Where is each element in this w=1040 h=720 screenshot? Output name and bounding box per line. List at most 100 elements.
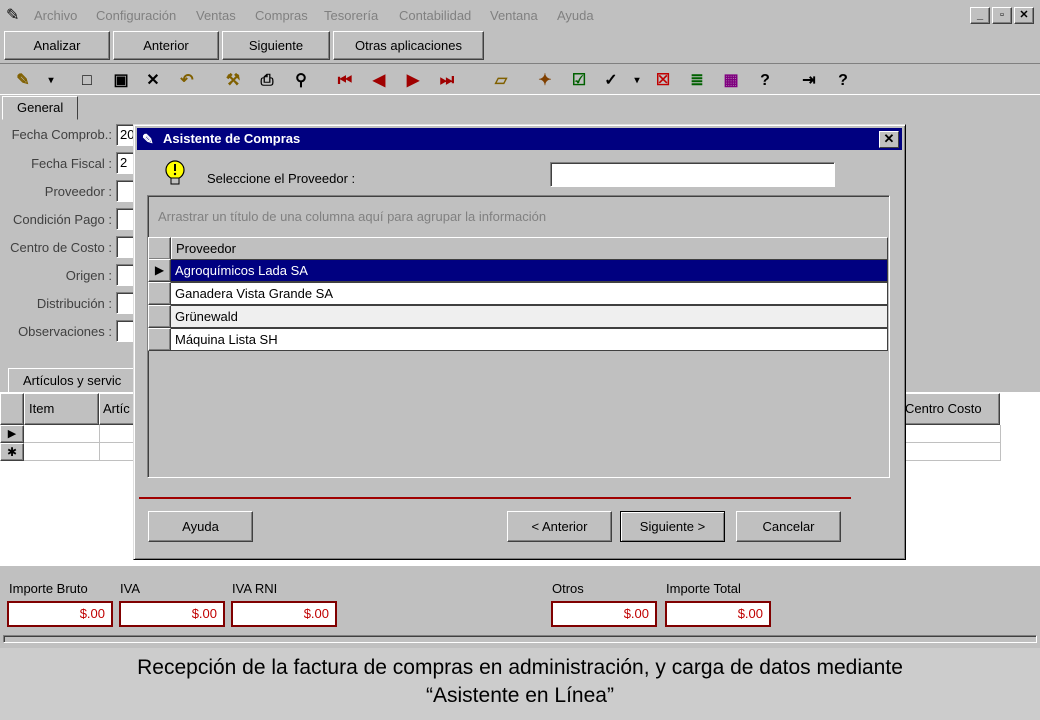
calendar-icon[interactable]: ▦: [720, 70, 742, 92]
ayuda-button[interactable]: Ayuda: [148, 511, 253, 542]
observaciones-field[interactable]: [116, 320, 134, 342]
validate-dropdown-icon[interactable]: ▾: [626, 70, 648, 92]
analizar-button[interactable]: Analizar: [4, 31, 110, 60]
column-proveedor[interactable]: Proveedor: [171, 237, 888, 260]
origen-label: Origen :: [65, 268, 112, 283]
menu-configuracion[interactable]: Configuración: [96, 8, 176, 23]
last-record-icon[interactable]: ⏭: [436, 70, 458, 92]
siguiente-button[interactable]: Siguiente >: [620, 511, 725, 542]
anterior-nav-button[interactable]: Anterior: [113, 31, 219, 60]
proveedor-row[interactable]: Grünewald: [148, 305, 888, 328]
caption-line-2: “Asistente en Línea”: [426, 684, 614, 707]
observaciones-label: Observaciones :: [18, 324, 112, 339]
proveedor-prompt: Seleccione el Proveedor :: [207, 171, 356, 186]
iva-field[interactable]: $.00: [119, 601, 225, 627]
iva-rni-field[interactable]: $.00: [231, 601, 337, 627]
menu-tesoreria[interactable]: Tesorería: [324, 8, 378, 23]
iva-label: IVA: [120, 581, 140, 596]
proveedor-row[interactable]: ▶ Agroquímicos Lada SA: [148, 259, 888, 282]
dialog-title-bar: ✎ Asistente de Compras ✕: [137, 128, 902, 150]
context-help-icon[interactable]: ?: [832, 70, 854, 92]
previous-record-icon[interactable]: ◀: [368, 70, 390, 92]
menu-archivo[interactable]: Archivo: [34, 8, 77, 23]
print-icon[interactable]: ⎙: [256, 70, 278, 92]
row-selector: [148, 282, 171, 305]
grid-header-selector: [148, 237, 171, 260]
cancel-doc-icon[interactable]: ☒: [652, 70, 674, 92]
row-selector: [148, 328, 171, 351]
proveedor-label: Proveedor :: [44, 184, 112, 199]
cancelar-button[interactable]: Cancelar: [736, 511, 841, 542]
anterior-button[interactable]: < Anterior: [507, 511, 612, 542]
edit-icon[interactable]: ✎: [12, 70, 34, 92]
siguiente-nav-button[interactable]: Siguiente: [222, 31, 330, 60]
proveedor-row[interactable]: Ganadera Vista Grande SA: [148, 282, 888, 305]
delete-icon[interactable]: ✕: [142, 70, 164, 92]
new-icon[interactable]: □: [76, 70, 98, 92]
proveedor-cell[interactable]: Ganadera Vista Grande SA: [171, 282, 888, 305]
next-record-icon[interactable]: ▶: [402, 70, 424, 92]
importe-total-field[interactable]: $.00: [665, 601, 771, 627]
minimize-button[interactable]: _: [970, 7, 990, 24]
distribucion-field[interactable]: [116, 292, 134, 314]
current-row-icon: ▶: [0, 425, 24, 443]
status-bar: [3, 635, 1037, 643]
menu-bar: ✎ Archivo Configuración Ventas Compras T…: [0, 0, 1040, 30]
caption-line-1: Recepción de la factura de compras en ad…: [137, 656, 903, 679]
menu-ventana[interactable]: Ventana: [490, 8, 538, 23]
first-record-icon[interactable]: ⏮: [334, 70, 356, 92]
notes-icon[interactable]: ▱: [490, 70, 512, 92]
restore-button[interactable]: ▫: [992, 7, 1012, 24]
proveedor-cell[interactable]: Máquina Lista SH: [171, 328, 888, 351]
help-icon[interactable]: ?: [754, 70, 776, 92]
proveedor-cell[interactable]: Agroquímicos Lada SA: [171, 259, 888, 282]
proveedor-row[interactable]: Máquina Lista SH: [148, 328, 888, 351]
column-item[interactable]: Item: [24, 393, 99, 425]
menu-compras[interactable]: Compras: [255, 8, 308, 23]
save-icon[interactable]: ▣: [110, 70, 132, 92]
tab-general[interactable]: General: [2, 96, 79, 120]
otras-aplicaciones-button[interactable]: Otras aplicaciones: [333, 31, 484, 60]
fecha-comprob-label: Fecha Comprob.:: [11, 127, 112, 142]
condicion-pago-label: Condición Pago :: [12, 212, 112, 227]
condicion-pago-field[interactable]: [116, 208, 134, 230]
menu-ventas[interactable]: Ventas: [196, 8, 236, 23]
column-centro-costo[interactable]: Centro Costo: [900, 393, 1000, 425]
proveedor-cell[interactable]: Grünewald: [171, 305, 888, 328]
centro-costo-field[interactable]: [116, 236, 134, 258]
proveedor-field[interactable]: [116, 180, 134, 202]
tools-icon[interactable]: ⚒: [222, 70, 244, 92]
dialog-close-button[interactable]: ✕: [879, 131, 899, 148]
validate-icon[interactable]: ✓: [600, 70, 622, 92]
fecha-fiscal-label: Fecha Fiscal :: [31, 156, 112, 171]
row-selector: [148, 305, 171, 328]
tab-articulos[interactable]: Artículos y servic: [8, 368, 137, 394]
grid-header-row: Proveedor: [148, 237, 888, 260]
stack-icon[interactable]: ≣: [686, 70, 708, 92]
app-icon[interactable]: ✎: [6, 5, 19, 25]
undo-icon[interactable]: ↶: [176, 70, 198, 92]
dialog-separator: [139, 497, 851, 499]
proveedor-grid: Arrastrar un título de una columna aquí …: [147, 195, 890, 478]
grid-divider: [99, 425, 100, 461]
wizard-icon[interactable]: ✦: [534, 70, 556, 92]
importe-bruto-label: Importe Bruto: [9, 581, 88, 596]
proveedor-search-input[interactable]: [550, 162, 835, 187]
wizard-title-icon: ✎: [142, 131, 154, 147]
distribucion-label: Distribución :: [36, 296, 112, 311]
new-row-icon: ✱: [0, 443, 24, 461]
otros-field[interactable]: $.00: [551, 601, 657, 627]
centro-costo-label: Centro de Costo :: [10, 240, 112, 255]
iva-rni-label: IVA RNI: [232, 581, 278, 596]
dropdown-arrow-icon[interactable]: ▾: [40, 70, 62, 92]
grid-corner: [0, 393, 24, 425]
find-icon[interactable]: ⚲: [290, 70, 312, 92]
importe-total-label: Importe Total: [666, 581, 741, 596]
importe-bruto-field[interactable]: $.00: [7, 601, 113, 627]
menu-ayuda[interactable]: Ayuda: [557, 8, 594, 23]
check-doc-icon[interactable]: ☑: [568, 70, 590, 92]
origen-field[interactable]: [116, 264, 134, 286]
menu-contabilidad[interactable]: Contabilidad: [399, 8, 471, 23]
close-window-button[interactable]: ✕: [1014, 7, 1034, 24]
exit-icon[interactable]: ⇥: [798, 70, 820, 92]
